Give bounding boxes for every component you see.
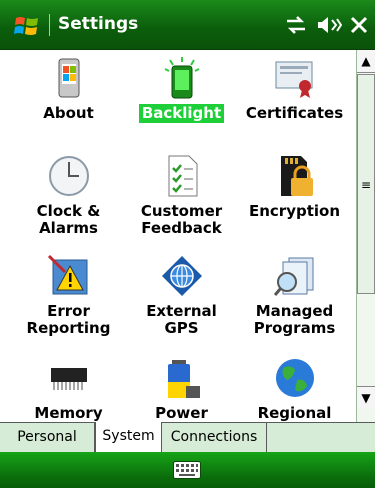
settings-item-about[interactable]: About (12, 50, 125, 123)
settings-item-backlight[interactable]: Backlight (125, 50, 238, 123)
settings-item-label: Regional (257, 404, 332, 422)
certificates-icon (275, 61, 312, 98)
settings-grid: About Backlight Certificates Clock & Ala… (12, 50, 352, 422)
tab-connections[interactable]: Connections (162, 423, 267, 452)
scroll-down-button[interactable]: ▼ (357, 386, 375, 409)
error-reporting-icon (47, 254, 87, 295)
connectivity-icon[interactable] (284, 14, 308, 36)
windows-start-icon[interactable] (14, 15, 40, 37)
keyboard-icon[interactable] (173, 461, 201, 479)
settings-item-label: Clock & Alarms (36, 202, 101, 237)
settings-item-label: Error Reporting (26, 302, 111, 337)
settings-item-power[interactable]: Power (125, 350, 238, 422)
regional-icon (275, 359, 314, 397)
tab-personal[interactable]: Personal (0, 423, 95, 452)
settings-item-label: External GPS (146, 302, 217, 337)
customer-feedback-icon (168, 155, 197, 197)
settings-item-managed-programs[interactable]: Managed Programs (238, 248, 351, 338)
settings-item-memory[interactable]: Memory (12, 350, 125, 422)
settings-item-encryption[interactable]: Encryption (238, 148, 351, 221)
settings-item-label: About (43, 104, 94, 122)
settings-item-error-reporting[interactable]: Error Reporting (12, 248, 125, 338)
title-bar: Settings (0, 0, 375, 50)
power-icon (167, 360, 200, 398)
scroll-up-button[interactable]: ▲ (357, 50, 375, 73)
bottom-bar (0, 452, 375, 488)
settings-item-regional[interactable]: Regional (238, 350, 351, 422)
settings-item-external-gps[interactable]: External GPS (125, 248, 238, 338)
settings-item-label: Memory (34, 404, 103, 422)
about-icon (58, 58, 79, 98)
external-gps-icon (161, 256, 202, 296)
settings-item-label: Power (155, 404, 208, 422)
settings-item-label: Certificates (245, 104, 344, 122)
settings-item-label: Encryption (248, 202, 341, 220)
settings-item-clock-alarms[interactable]: Clock & Alarms (12, 148, 125, 238)
scroll-thumb[interactable]: ≡ (357, 74, 375, 294)
settings-item-certificates[interactable]: Certificates (238, 50, 351, 123)
title-separator (49, 14, 50, 36)
backlight-icon (164, 57, 199, 99)
close-icon[interactable] (350, 15, 368, 35)
memory-icon (50, 368, 87, 390)
page-title: Settings (58, 14, 139, 34)
tab-bar: Personal System Connections (0, 422, 375, 452)
managed-programs-icon (273, 257, 313, 296)
settings-item-label: Customer Feedback (140, 202, 223, 237)
settings-item-label: Managed Programs (253, 302, 336, 337)
volume-icon[interactable] (316, 15, 342, 35)
vertical-scrollbar[interactable]: ▲ ≡ ▼ (356, 50, 375, 422)
clock-icon (48, 156, 89, 196)
settings-item-label: Backlight (138, 104, 225, 123)
settings-item-customer-feedback[interactable]: Customer Feedback (125, 148, 238, 238)
tab-system[interactable]: System (95, 422, 162, 452)
encryption-icon (280, 156, 313, 196)
